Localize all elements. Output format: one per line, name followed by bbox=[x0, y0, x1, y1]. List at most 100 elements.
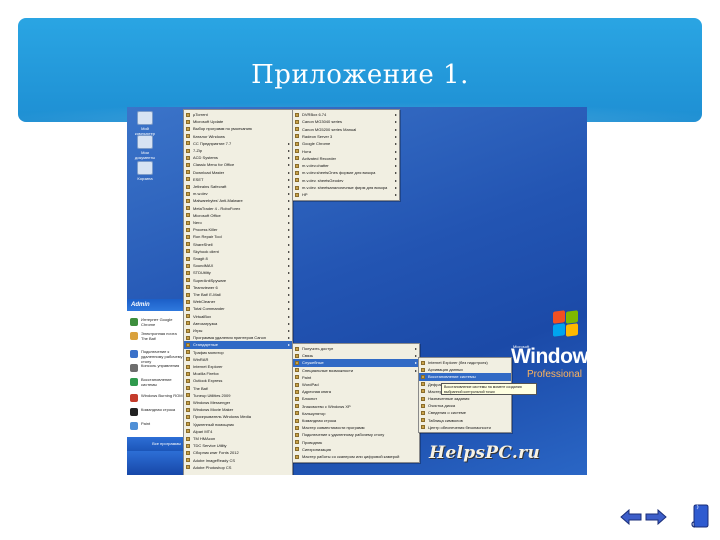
menu-item[interactable]: VirtualBox bbox=[184, 313, 292, 320]
menu-item[interactable]: Программа удаления принтеров Canon bbox=[184, 334, 292, 341]
start-menu-item[interactable]: Подключение к удаленному рабочему столу bbox=[130, 349, 184, 364]
menu-item[interactable]: m.v.dev. sheetsGeodev bbox=[293, 177, 399, 184]
all-programs-button[interactable]: Все программы bbox=[127, 437, 185, 451]
menu-item[interactable]: 7-Zip bbox=[184, 147, 292, 154]
menu-item[interactable]: Мастер работы со сканером или цифровой к… bbox=[293, 453, 419, 460]
start-menu-item[interactable]: Консоль управления bbox=[130, 363, 184, 373]
desktop-icon[interactable]: Корзина bbox=[131, 161, 159, 181]
menu-item[interactable]: Tuneup Utilities 2009 bbox=[184, 392, 292, 399]
menu-item[interactable]: m.v.dev.sheetsOnes формат для визора bbox=[293, 169, 399, 177]
menu-item[interactable]: Total Commander bbox=[184, 305, 292, 313]
menu-item[interactable]: Mozilla Firefox bbox=[184, 370, 292, 377]
menu-item[interactable]: Очистка диска bbox=[419, 402, 511, 409]
menu-item[interactable]: Получить доступ bbox=[293, 345, 419, 352]
menu-item[interactable]: Internet Explorer (без надстроек) bbox=[419, 359, 511, 366]
menu-item[interactable]: Знакомство с Windows XP bbox=[293, 403, 419, 410]
menu-item[interactable]: Microsoft Office bbox=[184, 212, 292, 219]
menu-item[interactable]: Автозагрузка bbox=[184, 320, 292, 327]
menu-item[interactable]: Сборник книг Fonts 2012 bbox=[184, 449, 292, 456]
menu-item[interactable]: WinRAR bbox=[184, 356, 292, 363]
document-icon[interactable] bbox=[691, 504, 709, 528]
menu-item[interactable]: WebCleaner bbox=[184, 298, 292, 305]
menu-item[interactable]: m.w.dev bbox=[184, 190, 292, 197]
menu-item[interactable]: Skyhook client bbox=[184, 248, 292, 255]
menu-item[interactable]: Восстановление системы bbox=[419, 373, 511, 381]
menu-item[interactable]: Windows Movie Maker bbox=[184, 406, 292, 413]
desktop-icon[interactable]: Мои документы bbox=[131, 135, 159, 160]
menu-item[interactable]: WordPad bbox=[293, 381, 419, 388]
menu-item[interactable]: Подключение к удаленному рабочему столу bbox=[293, 431, 419, 438]
menu-item[interactable]: Блокнот bbox=[293, 395, 419, 402]
menu-item[interactable]: Связь bbox=[293, 352, 419, 359]
menu-item[interactable]: Нота bbox=[293, 148, 399, 155]
menu-item[interactable]: Командная строка bbox=[293, 417, 419, 424]
menu-item[interactable]: Мастер совместимости программ bbox=[293, 424, 419, 431]
menu-item[interactable]: Activated Recorder bbox=[293, 155, 399, 162]
menu-item[interactable]: Canon MG5200 series Manual bbox=[293, 126, 399, 133]
left-arrow-icon[interactable] bbox=[620, 509, 642, 525]
menu-item[interactable]: Jetbrains Safecraft bbox=[184, 183, 292, 190]
menu-item[interactable]: Стандартные bbox=[184, 341, 292, 349]
menu-item[interactable]: Microsoft Update bbox=[184, 118, 292, 125]
menu-item[interactable]: TDC Service Utility bbox=[184, 442, 292, 449]
menu-item[interactable]: Синхронизация bbox=[293, 446, 419, 453]
menu-item[interactable]: Проводник bbox=[293, 439, 419, 446]
menu-item[interactable]: Google Chrome bbox=[293, 140, 399, 147]
menu-item[interactable]: Каталог Windows bbox=[184, 133, 292, 140]
menu-item[interactable]: Центр обеспечения безопасности bbox=[419, 424, 511, 431]
menu-item[interactable]: µTorrent bbox=[184, 111, 292, 118]
menu-item[interactable]: Ron Repair Tool bbox=[184, 233, 292, 241]
menu-item[interactable]: Adobe Photoshop CS bbox=[184, 464, 292, 471]
menu-item[interactable]: Удаленный помощник bbox=[184, 421, 292, 428]
menu-item[interactable]: DVRBox 6.74 bbox=[293, 111, 399, 118]
menu-item[interactable]: Калькулятор bbox=[293, 410, 419, 417]
menu-item[interactable]: SoundMAX bbox=[184, 262, 292, 269]
menu-item[interactable]: Выбор программ по умолчанию bbox=[184, 125, 292, 132]
start-menu-item[interactable]: Электронная почта The Bat! bbox=[130, 331, 184, 341]
menu-item[interactable]: Download Master bbox=[184, 169, 292, 176]
start-menu-item[interactable]: Paint bbox=[130, 421, 184, 431]
menu-item[interactable]: Назначенные задания bbox=[419, 395, 511, 402]
menu-item[interactable]: Outlook Express bbox=[184, 377, 292, 384]
menu-item[interactable]: The Bat! E-Mail bbox=[184, 291, 292, 298]
menu-item[interactable]: Трафик монитор bbox=[184, 349, 292, 356]
menu-item[interactable]: Проигрыватель Windows Media bbox=[184, 413, 292, 420]
menu-item[interactable]: ESET bbox=[184, 176, 292, 183]
menu-item[interactable]: m.v.dev.chatter bbox=[293, 162, 399, 169]
menu-item[interactable]: Internet Explorer bbox=[184, 363, 292, 370]
menu-item[interactable]: Paint bbox=[293, 374, 419, 381]
menu-item[interactable]: Teamviewer 6 bbox=[184, 284, 292, 291]
menu-item[interactable]: Radeon Server 3 bbox=[293, 133, 399, 140]
menu-item[interactable]: Process Killer bbox=[184, 226, 292, 233]
menu-item[interactable]: Alpari MT4 bbox=[184, 428, 292, 435]
menu-item[interactable]: TM HMAcon bbox=[184, 435, 292, 442]
menu-item[interactable]: SuperAntiSpyware bbox=[184, 277, 292, 284]
menu-item[interactable]: Таблица символов bbox=[419, 417, 511, 424]
menu-item[interactable]: Служебные bbox=[293, 359, 419, 367]
menu-item[interactable]: m.v.dev. sheetsаналогичные фирм для визо… bbox=[293, 184, 399, 191]
menu-item[interactable]: Игры bbox=[184, 327, 292, 334]
menu-item[interactable]: ACD Systems bbox=[184, 154, 292, 161]
menu-item[interactable]: ShareShell bbox=[184, 241, 292, 248]
menu-item[interactable]: Адресная книга bbox=[293, 388, 419, 395]
menu-item[interactable]: The Bat! bbox=[184, 385, 292, 392]
start-menu-item[interactable]: Командная строка bbox=[130, 407, 184, 417]
menu-item[interactable]: STDUtility bbox=[184, 269, 292, 277]
menu-item[interactable]: Classic Menu for Office bbox=[184, 161, 292, 169]
menu-item[interactable]: Windows Messenger bbox=[184, 399, 292, 406]
menu-item[interactable]: HP bbox=[293, 191, 399, 199]
right-arrow-icon[interactable] bbox=[645, 509, 667, 525]
menu-item[interactable]: Snagit 8 bbox=[184, 255, 292, 262]
menu-item[interactable]: Специальные возможности bbox=[293, 367, 419, 374]
start-menu-item[interactable]: Восстановление системы bbox=[130, 377, 184, 387]
menu-item[interactable]: Adobe ImageReady CS bbox=[184, 457, 292, 464]
menu-item[interactable]: MetaTrader 4 - RoboForex bbox=[184, 205, 292, 212]
menu-item[interactable]: Сведения о системе bbox=[419, 409, 511, 416]
start-menu-item[interactable]: Интернет Google Chrome bbox=[130, 317, 184, 327]
desktop-icon[interactable]: Мой компьютер bbox=[131, 111, 159, 136]
menu-item[interactable]: Архивация данных bbox=[419, 366, 511, 373]
menu-item[interactable]: CC Предприятие 7.7 bbox=[184, 140, 292, 147]
menu-item[interactable]: Nero bbox=[184, 219, 292, 226]
start-menu-item[interactable]: Windows Burning ROM bbox=[130, 393, 184, 403]
menu-item[interactable]: Malwarebytes' Anti-Malware bbox=[184, 197, 292, 205]
